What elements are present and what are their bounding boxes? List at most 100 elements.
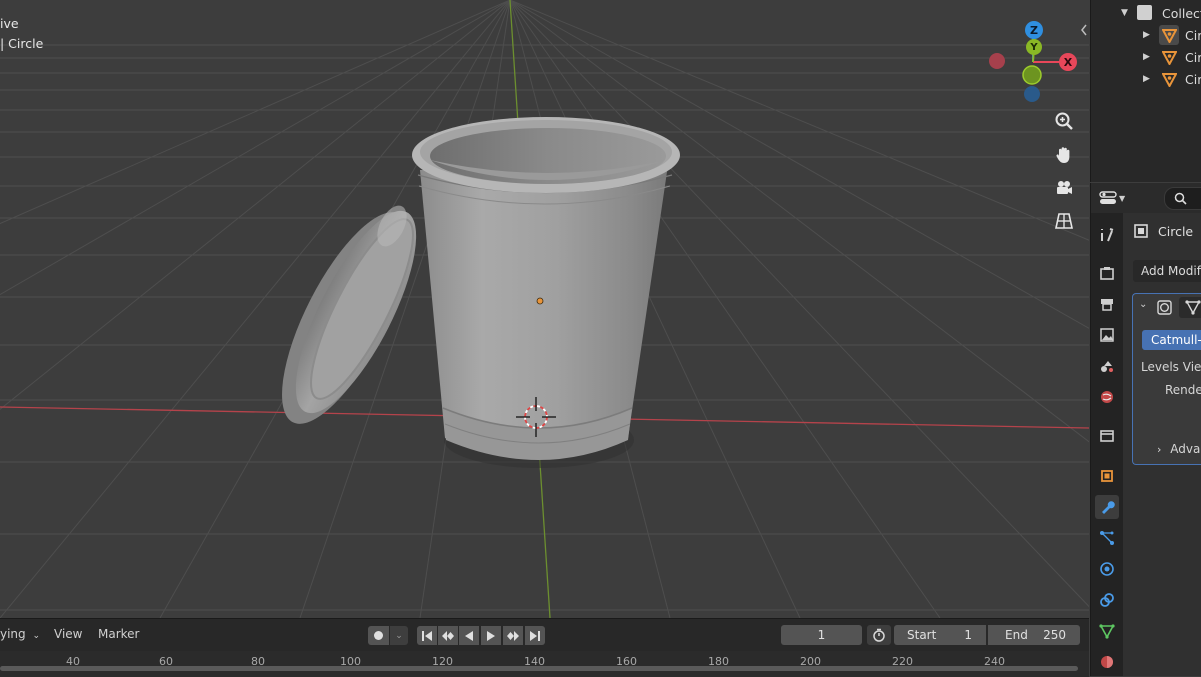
chevron-down-icon: ⌄	[32, 631, 41, 641]
current-frame-field[interactable]: 1	[781, 625, 862, 645]
tab-tool[interactable]	[1095, 223, 1119, 247]
keyframe-next-icon	[507, 630, 519, 641]
properties-tab-bar	[1091, 213, 1123, 676]
mesh-icon	[1162, 51, 1177, 65]
collapse-chevron-icon[interactable]: ⌄	[1139, 299, 1147, 310]
outliner-item-label: Cir	[1185, 71, 1201, 87]
jump-start-icon	[422, 630, 432, 641]
view-menu[interactable]: View	[54, 627, 82, 641]
jump-to-keyframe-prev-button[interactable]	[438, 626, 458, 645]
preview-range-button[interactable]	[867, 625, 891, 645]
expand-arrow-icon[interactable]: ▶	[1143, 30, 1150, 40]
tab-view-layer[interactable]	[1095, 323, 1119, 347]
collection-icon	[1137, 5, 1152, 20]
3d-viewport[interactable]: ive | Circle Z Y X	[0, 0, 1089, 618]
outliner-item-label: Cir	[1185, 27, 1201, 43]
advanced-subpanel-header[interactable]: › Adva	[1157, 442, 1200, 456]
gizmo-y-label: Y	[1030, 41, 1038, 53]
add-modifier-label: Add Modifi	[1141, 264, 1201, 278]
subdivision-type-label: Catmull-C	[1151, 333, 1201, 347]
play-icon	[487, 630, 495, 641]
camera-view-button[interactable]	[1051, 175, 1077, 201]
record-icon	[374, 631, 383, 640]
pan-button[interactable]	[1051, 142, 1077, 168]
output-icon	[1101, 299, 1113, 311]
gizmo-x-button[interactable]: X	[1059, 53, 1077, 71]
playback-menu-label: ying	[0, 627, 26, 641]
tab-collection[interactable]	[1095, 424, 1119, 448]
zoom-button[interactable]	[1051, 108, 1077, 134]
outliner-item[interactable]: ▶ Cir	[1091, 24, 1201, 46]
lid-mesh	[282, 205, 417, 424]
tab-data[interactable]	[1095, 619, 1119, 643]
tab-material[interactable]	[1095, 650, 1119, 674]
end-frame-field[interactable]: End 250	[988, 625, 1080, 645]
tab-modifiers[interactable]	[1095, 495, 1119, 519]
outliner-item-label: Cir	[1185, 49, 1201, 65]
start-frame-field[interactable]: Start 1	[894, 625, 986, 645]
outliner-item[interactable]: ▶ Cir	[1091, 46, 1201, 68]
object-icon	[1101, 470, 1113, 482]
perspective-toggle-button[interactable]	[1051, 208, 1077, 234]
tab-particles[interactable]	[1095, 526, 1119, 550]
current-frame-value: 1	[817, 628, 826, 642]
properties-search-input[interactable]	[1164, 187, 1201, 210]
stopwatch-icon	[873, 628, 885, 642]
editor-type-button[interactable]: ▼	[1099, 187, 1135, 209]
jump-to-keyframe-next-button[interactable]	[503, 626, 523, 645]
tab-object[interactable]	[1095, 464, 1119, 488]
gizmo-y-button[interactable]: Y	[1026, 39, 1042, 55]
end-frame-label: End	[1005, 628, 1028, 642]
tab-physics[interactable]	[1095, 557, 1119, 581]
modifier-name-field[interactable]	[1179, 297, 1201, 318]
gizmo-z-button[interactable]: Z	[1025, 21, 1043, 39]
object-name-row: Circle	[1133, 223, 1193, 239]
wrench-icon	[1102, 501, 1115, 514]
auto-keying-button[interactable]	[368, 626, 389, 645]
tab-scene[interactable]	[1095, 354, 1119, 378]
object-name-label: Circle	[1158, 223, 1194, 239]
image-icon	[1100, 328, 1114, 342]
chevron-down-icon: ⌄	[395, 630, 403, 641]
expand-arrow-icon[interactable]: ▼	[1121, 8, 1128, 18]
collection-label: Collect	[1162, 5, 1201, 21]
advanced-label: Adva	[1170, 442, 1201, 456]
playback-menu[interactable]: ying ⌄	[0, 627, 40, 641]
outliner-item[interactable]: ▶ Cir	[1091, 68, 1201, 90]
tab-output[interactable]	[1095, 292, 1119, 316]
play-button[interactable]	[481, 626, 501, 645]
properties-panel[interactable]: ▼ Circle Add Modifi ⌄ Catmull-C	[1090, 183, 1201, 676]
subdivision-type-button[interactable]: Catmull-C	[1142, 330, 1201, 350]
play-reverse-button[interactable]	[459, 626, 479, 645]
timeline-scrollbar[interactable]	[0, 666, 1078, 671]
material-icon	[1101, 656, 1113, 668]
jump-to-end-button[interactable]	[525, 626, 545, 645]
expand-arrow-icon[interactable]: ▶	[1143, 52, 1150, 62]
mesh-icon	[1162, 29, 1177, 43]
end-frame-value: 250	[1043, 628, 1066, 642]
keying-options-button[interactable]: ⌄	[390, 626, 408, 645]
render-levels-label: Rende	[1165, 383, 1201, 397]
tab-render[interactable]	[1095, 261, 1119, 285]
scene-icon	[1101, 361, 1113, 372]
grid-icon	[1055, 213, 1073, 229]
tab-world[interactable]	[1095, 385, 1119, 409]
keyframe-prev-icon	[442, 630, 454, 641]
constraint-icon	[1100, 593, 1114, 607]
mesh-icon	[1162, 73, 1177, 87]
gizmo-z-label: Z	[1030, 23, 1038, 37]
timeline-editor[interactable]: ying ⌄ View Marker ⌄ 1 Start 1 End 250 4…	[0, 618, 1089, 677]
expand-arrow-icon[interactable]: ▶	[1143, 74, 1150, 84]
jump-to-start-button[interactable]	[417, 626, 437, 645]
tab-constraints[interactable]	[1095, 588, 1119, 612]
mesh-data-icon	[1099, 624, 1115, 639]
outliner-panel[interactable]: ▼ Collect ▶ Cir ▶ Cir ▶ Cir	[1090, 0, 1201, 182]
viewport-mode-text: ive	[0, 16, 19, 31]
outliner-collection-row[interactable]: ▼ Collect	[1091, 2, 1201, 24]
marker-menu[interactable]: Marker	[98, 627, 139, 641]
modifier-panel: ⌄ Catmull-C Levels Vie Rende › Adva	[1132, 293, 1201, 465]
viewport-scene[interactable]	[0, 0, 1089, 618]
modifier-object-icon	[1134, 224, 1148, 238]
sidebar-toggle-icon	[1081, 24, 1087, 36]
add-modifier-button[interactable]: Add Modifi	[1133, 260, 1201, 282]
